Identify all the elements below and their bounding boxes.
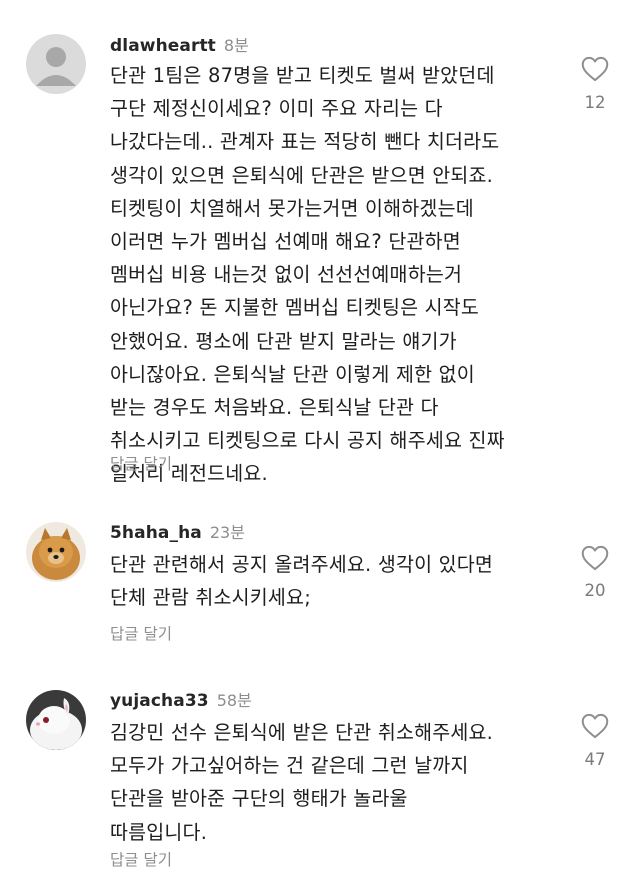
comment-header: 5haha_ha 23분 [110, 519, 245, 545]
like-count: 47 [584, 750, 606, 769]
comment-line: 나갔다는데.. 관계자 표는 적당히 뺀다 치더라도 [110, 130, 500, 154]
comment-line: 구단 제정신이세요? 이미 주요 자리는 다 [110, 97, 443, 121]
comment-line: 따름입니다. [110, 820, 208, 844]
comment-text: 단관 관련해서 공지 올려주세요. 생각이 있다면 단체 관람 취소시키세요; [110, 548, 570, 614]
comment-line: 멤버십 비용 내는것 없이 선선선예매하는거 [110, 263, 463, 287]
comment-line: 일처리 레전드네요. [110, 462, 268, 486]
reply-button[interactable]: 답글 달기 [110, 848, 172, 870]
username[interactable]: 5haha_ha [110, 523, 202, 543]
timestamp: 23분 [209, 523, 245, 542]
comment-line: 취소시키고 티켓팅으로 다시 공지 해주세요 진짜 [110, 429, 505, 453]
comment-line: 김강민 선수 은퇴식에 받은 단관 취소해주세요. [110, 721, 494, 744]
username[interactable]: dlawheartt [110, 36, 216, 56]
comment-line: 단관을 받아준 구단의 행태가 놀라울 [110, 787, 408, 811]
comment-text: 단관 1팀은 87명을 받고 티켓도 벌써 받았던데 구단 제정신이세요? 이미… [110, 59, 570, 491]
avatar[interactable] [26, 34, 86, 94]
comment-line: 이러면 누가 멤버십 선예매 해요? 단관하면 [110, 230, 461, 254]
comment-header: dlawheartt 8분 [110, 32, 249, 58]
comment-line: 모두가 가고싶어하는 건 같은데 그런 날까지 [110, 754, 469, 778]
comment-line: 단관 1팀은 87명을 받고 티켓도 벌써 받았던데 [110, 64, 495, 87]
comment-line: 아닌가요? 돈 지불한 멤버십 티켓팅은 시작도 [110, 296, 480, 320]
white-rabbit-photo [26, 690, 86, 750]
reply-button[interactable]: 답글 달기 [110, 452, 172, 474]
comment-line: 단체 관람 취소시키세요; [110, 586, 311, 610]
comment-line: 받는 경우도 처음봐요. 은퇴식날 단관 다 [110, 396, 439, 420]
avatar[interactable] [26, 522, 86, 582]
timestamp: 58분 [216, 691, 252, 710]
comment-line: 티켓팅이 치열해서 못가는거면 이해하겠는데 [110, 196, 474, 220]
default-user-icon [26, 34, 86, 94]
heart-icon [581, 713, 609, 739]
like-count: 12 [584, 93, 606, 112]
comment-line: 단관 관련해서 공지 올려주세요. 생각이 있다면 [110, 553, 494, 576]
reply-button[interactable]: 답글 달기 [110, 622, 172, 644]
comment-line: 안했어요. 평소에 단관 받지 말라는 얘기가 [110, 329, 457, 353]
comment-header: yujacha33 58분 [110, 687, 252, 713]
avatar[interactable] [26, 690, 86, 750]
comment-line: 생각이 있으면 은퇴식에 단관은 받으면 안되죠. [110, 163, 494, 187]
like-button[interactable] [580, 713, 610, 739]
like-button[interactable] [580, 56, 610, 82]
timestamp: 8분 [223, 36, 249, 55]
comment-line: 아니잖아요. 은퇴식날 단관 이렇게 제한 없이 [110, 362, 475, 386]
pomeranian-dog-photo [26, 522, 86, 582]
username[interactable]: yujacha33 [110, 691, 209, 711]
heart-icon [581, 56, 609, 82]
like-count: 20 [584, 581, 606, 600]
heart-icon [581, 545, 609, 571]
comment-text: 김강민 선수 은퇴식에 받은 단관 취소해주세요. 모두가 가고싶어하는 건 같… [110, 716, 570, 849]
like-button[interactable] [580, 545, 610, 571]
